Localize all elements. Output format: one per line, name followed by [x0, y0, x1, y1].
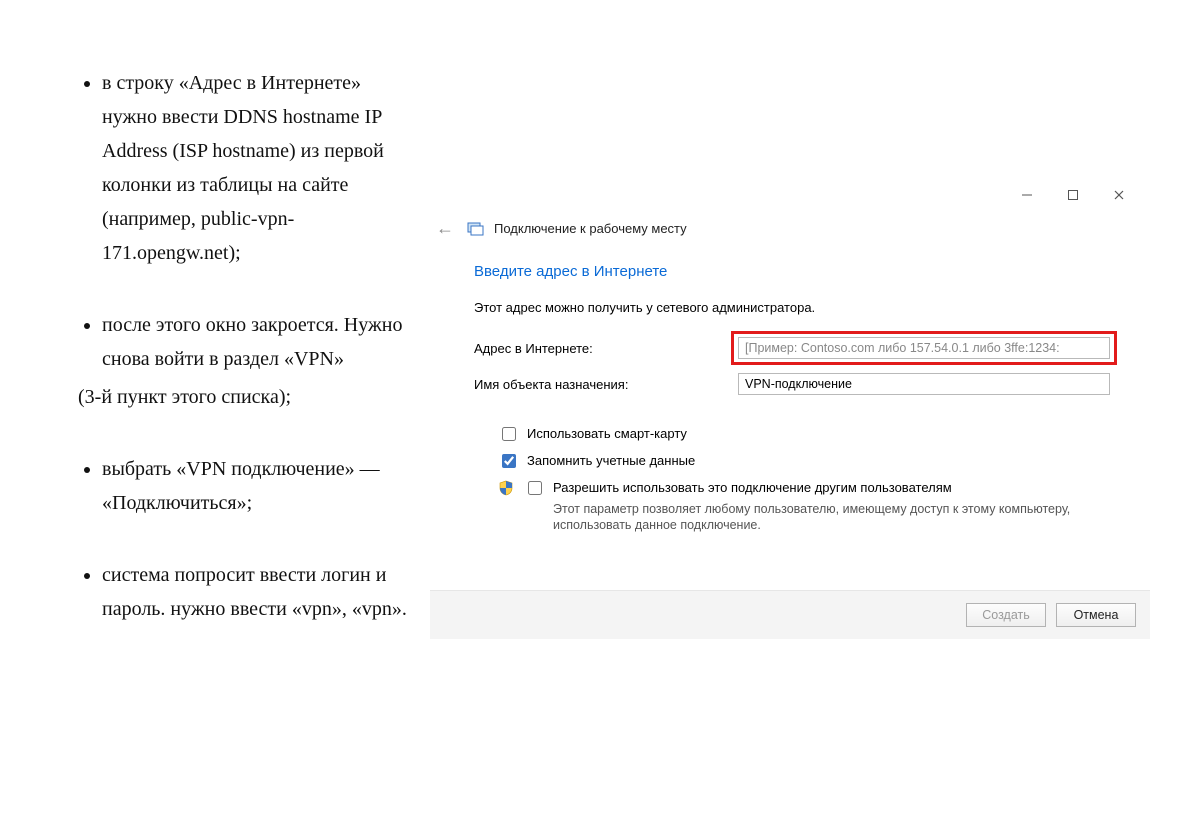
address-row: Адрес в Интернете:	[474, 337, 1110, 359]
dialog-body: Введите адрес в Интернете Этот адрес мож…	[430, 251, 1150, 550]
smartcard-label: Использовать смарт-карту	[527, 425, 687, 443]
list-item: выбрать «VPN подключение» — «Подключитьс…	[102, 452, 420, 520]
list-item-text: в строку «Адрес в Интернете» нужно ввест…	[102, 72, 384, 264]
options-group: Использовать смарт-карту Запомнить учетн…	[474, 425, 1110, 534]
destination-row: Имя объекта назначения:	[474, 373, 1110, 395]
allow-others-checkbox[interactable]	[528, 481, 542, 495]
dialog-title: Подключение к рабочему месту	[494, 221, 687, 236]
lead-heading: Введите адрес в Интернете	[474, 263, 1110, 280]
maximize-button[interactable]	[1050, 180, 1096, 210]
internet-address-input[interactable]	[738, 337, 1110, 359]
close-button[interactable]	[1096, 180, 1142, 210]
allow-others-option[interactable]: Разрешить использовать это подключение д…	[498, 479, 1110, 534]
cancel-button[interactable]: Отмена	[1056, 603, 1136, 627]
destination-label: Имя объекта назначения:	[474, 377, 738, 392]
minimize-button[interactable]	[1004, 180, 1050, 210]
list-item-text: система попросит ввести логин и пароль. …	[102, 564, 407, 620]
wizard-icon	[466, 220, 484, 238]
allow-others-description: Этот параметр позволяет любому пользоват…	[553, 501, 1093, 535]
smartcard-checkbox[interactable]	[502, 427, 516, 441]
dialog-column: ← Подключение к рабочему месту Введите а…	[430, 0, 1200, 840]
back-arrow-icon[interactable]: ←	[434, 218, 456, 239]
list-item-text: выбрать «VPN подключение» — «Подключитьс…	[102, 458, 380, 514]
remember-checkbox[interactable]	[502, 454, 516, 468]
vpn-wizard-dialog: ← Подключение к рабочему месту Введите а…	[430, 178, 1150, 639]
create-button[interactable]: Создать	[966, 603, 1046, 627]
dialog-footer: Создать Отмена	[430, 590, 1150, 639]
titlebar	[430, 178, 1150, 212]
list-item-text: после этого окно закроется. Нужно снова …	[102, 314, 403, 370]
dialog-header: ← Подключение к рабочему месту	[430, 212, 1150, 251]
shield-icon	[498, 480, 514, 496]
list-item: после этого окно закроется. Нужно снова …	[102, 308, 420, 414]
list-item-subline: (3-й пункт этого списка);	[78, 380, 420, 414]
instruction-column: в строку «Адрес в Интернете» нужно ввест…	[0, 0, 430, 840]
info-text: Этот адрес можно получить у сетевого адм…	[474, 300, 1110, 315]
smartcard-option[interactable]: Использовать смарт-карту	[498, 425, 1110, 444]
allow-others-label: Разрешить использовать это подключение д…	[553, 480, 952, 495]
remember-label: Запомнить учетные данные	[527, 452, 695, 470]
address-label: Адрес в Интернете:	[474, 341, 738, 356]
instruction-list: в строку «Адрес в Интернете» нужно ввест…	[48, 66, 420, 626]
remember-option[interactable]: Запомнить учетные данные	[498, 452, 1110, 471]
list-item: система попросит ввести логин и пароль. …	[102, 558, 420, 626]
list-item: в строку «Адрес в Интернете» нужно ввест…	[102, 66, 420, 270]
destination-name-input[interactable]	[738, 373, 1110, 395]
